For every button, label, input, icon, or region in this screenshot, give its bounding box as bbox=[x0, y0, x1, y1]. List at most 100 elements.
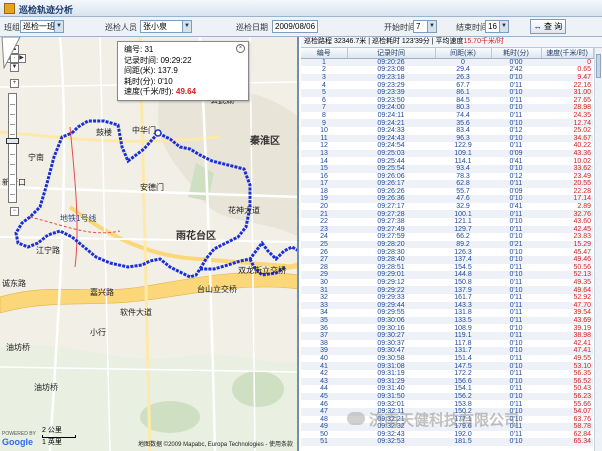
chevron-down-icon[interactable]: ▼ bbox=[54, 21, 63, 32]
table-cell: 09:24:11 bbox=[377, 111, 405, 119]
table-row[interactable]: 22 09:27:38 121.1 0'10 43.60 bbox=[301, 218, 593, 226]
table-row[interactable]: 11 09:24:43 96.3 0'10 34.67 bbox=[301, 134, 593, 143]
table-row[interactable]: 7 09:24:00 80.3 0'10 28.98 bbox=[301, 104, 593, 112]
table-row[interactable]: 41 09:31:08 147.5 0'10 53.10 bbox=[301, 362, 593, 370]
table-cell: 30 bbox=[320, 279, 328, 287]
inspector-select[interactable]: 张小泉 ▼ bbox=[140, 20, 192, 33]
table-cell: 9 bbox=[301, 119, 347, 127]
table-row[interactable]: 40 09:30:58 151.4 0'11 49.55 bbox=[301, 355, 593, 363]
table-row[interactable]: 5 09:23:39 86.1 0'10 31.00 bbox=[301, 88, 593, 97]
table-row[interactable]: 28 09:28:51 154.5 0'11 50.56 bbox=[301, 264, 593, 272]
table-row[interactable]: 23 09:27:49 129.7 0'11 42.45 bbox=[301, 225, 593, 234]
col-header-distance[interactable]: 间距(米) bbox=[435, 48, 492, 59]
chevron-down-icon[interactable]: ▼ bbox=[182, 21, 191, 32]
table-row[interactable]: 27 09:28:40 137.4 0'10 49.46 bbox=[301, 256, 593, 264]
table-row[interactable]: 29 09:29:01 144.8 0'10 52.13 bbox=[301, 271, 593, 279]
table-row[interactable]: 46 09:32:01 153.8 0'11 55.66 bbox=[301, 400, 593, 408]
map-view[interactable]: 秦淮区 雨花台区 油坊桥 油坊桥 新街口 鼓楼 中华门 地铁1号线 诚东路 双龙… bbox=[0, 37, 299, 451]
zoom-slider[interactable] bbox=[6, 93, 19, 203]
table-row[interactable]: 37 09:30:27 119.1 0'11 38.98 bbox=[301, 331, 593, 340]
table-row[interactable]: 21 09:27:28 100.1 0'11 32.76 bbox=[301, 210, 593, 219]
table-row[interactable]: 39 09:30:47 131.7 0'10 47.41 bbox=[301, 347, 593, 355]
zoom-slider-handle[interactable] bbox=[6, 138, 19, 144]
table-row[interactable]: 6 09:23:50 84.5 0'11 27.65 bbox=[301, 97, 593, 105]
table-cell: 0'10 bbox=[491, 362, 541, 370]
table-row[interactable]: 18 09:26:26 55.7 0'09 22.28 bbox=[301, 188, 593, 196]
table-cell: 62.84 bbox=[573, 430, 591, 438]
table-row[interactable]: 10 09:24:33 83.4 0'12 25.02 bbox=[301, 127, 593, 135]
table-row[interactable]: 17 09:26:17 62.8 0'11 20.55 bbox=[301, 180, 593, 188]
map-label: 地铁1号线 bbox=[60, 214, 97, 223]
table-row[interactable]: 4 09:23:29 67.7 0'11 22.16 bbox=[301, 81, 593, 89]
table-cell: 09:23:39 bbox=[347, 88, 435, 97]
group-select[interactable]: 巡检一班 ▼ bbox=[20, 20, 64, 33]
table-row[interactable]: 38 09:30:37 117.8 0'10 42.41 bbox=[301, 340, 593, 348]
table-row[interactable]: 13 09:25:03 109.1 0'09 43.36 bbox=[301, 149, 593, 158]
table-row[interactable]: 34 09:29:55 131.8 0'11 39.54 bbox=[301, 309, 593, 317]
table-cell: 32.76 bbox=[541, 210, 593, 219]
table-cell: 1 bbox=[301, 58, 347, 67]
table-cell: 47.6 bbox=[435, 195, 491, 203]
table-row[interactable]: 33 09:29:44 143.3 0'11 47.70 bbox=[301, 301, 593, 310]
table-row[interactable]: 50 09:32:43 192.0 0'11 62.84 bbox=[301, 431, 593, 439]
query-button[interactable]: ↔ 查 询 bbox=[530, 19, 566, 34]
start-time-select[interactable]: 7 ▼ bbox=[413, 20, 437, 33]
table-row[interactable]: 42 09:31:19 172.2 0'11 56.35 bbox=[301, 370, 593, 378]
chevron-down-icon[interactable]: ▼ bbox=[427, 21, 436, 32]
table-row[interactable]: 45 09:31:50 156.2 0'10 56.23 bbox=[301, 392, 593, 401]
table-row[interactable]: 19 09:26:36 47.6 0'10 17.14 bbox=[301, 195, 593, 203]
table-cell: 09:25:03 bbox=[347, 149, 435, 158]
table-row[interactable]: 16 09:26:06 78.3 0'12 23.49 bbox=[301, 173, 593, 181]
table-row[interactable]: 1 09:20:26 0 0'00 0 bbox=[301, 58, 593, 67]
chevron-down-icon[interactable]: ▼ bbox=[499, 21, 508, 32]
zoom-in-icon[interactable]: + bbox=[10, 79, 19, 88]
table-row[interactable]: 51 09:32:53 181.5 0'10 65.34 bbox=[301, 438, 593, 446]
table-row[interactable]: 32 09:29:33 161.7 0'11 52.92 bbox=[301, 294, 593, 302]
table-row[interactable]: 8 09:24:11 74.4 0'11 24.35 bbox=[301, 112, 593, 120]
table-cell: 6 bbox=[322, 96, 326, 104]
table-scrollbar[interactable] bbox=[594, 48, 602, 451]
table-row[interactable]: 35 09:30:06 133.5 0'11 43.69 bbox=[301, 316, 593, 325]
end-time-select[interactable]: 16 ▼ bbox=[485, 20, 509, 33]
col-header-id[interactable]: 编号 bbox=[301, 48, 348, 59]
table-row[interactable]: 26 09:28:30 126.3 0'10 45.47 bbox=[301, 248, 593, 256]
date-input[interactable]: 2009/08/06 bbox=[272, 20, 318, 33]
table-row[interactable]: 44 09:31:40 154.1 0'11 50.43 bbox=[301, 385, 593, 393]
table-cell: 09:28:40 bbox=[347, 256, 435, 264]
table-row[interactable]: 24 09:27:59 66.2 0'10 23.83 bbox=[301, 233, 593, 241]
wechat-icon bbox=[347, 412, 365, 425]
table-cell: 09:29:22 bbox=[347, 286, 435, 295]
table-cell: 09:26:17 bbox=[347, 180, 435, 188]
close-icon[interactable]: × bbox=[236, 44, 245, 53]
table-row[interactable]: 12 09:24:54 122.9 0'11 40.22 bbox=[301, 142, 593, 150]
table-row[interactable]: 14 09:25:44 114.1 0'41 10.02 bbox=[301, 157, 593, 165]
table-row[interactable]: 15 09:25:54 93.4 0'10 33.62 bbox=[301, 164, 593, 173]
table-cell: 24.35 bbox=[573, 111, 591, 119]
table-cell: 0'12 bbox=[509, 127, 523, 135]
col-header-speed[interactable]: 速度(千米/时) bbox=[541, 48, 594, 59]
table-cell: 19 bbox=[301, 195, 347, 203]
col-header-time[interactable]: 记录时间 bbox=[347, 48, 436, 59]
table-row[interactable]: 9 09:24:21 35.6 0'10 12.74 bbox=[301, 119, 593, 127]
google-logo: POWERED BY Google bbox=[2, 431, 36, 447]
table-cell: 74.4 bbox=[456, 111, 470, 119]
table-cell: 63.76 bbox=[573, 415, 591, 423]
table-row[interactable]: 2 09:23:08 29.4 2'42 0.65 bbox=[301, 66, 593, 74]
table-row[interactable]: 43 09:31:29 156.6 0'10 56.52 bbox=[301, 377, 593, 386]
table-row[interactable]: 30 09:29:12 150.8 0'11 49.35 bbox=[301, 279, 593, 287]
table-row[interactable]: 20 09:27:17 32.9 0'41 2.89 bbox=[301, 203, 593, 211]
table-cell: 144.8 bbox=[435, 271, 491, 279]
zoom-out-icon[interactable]: − bbox=[10, 207, 19, 216]
map-label: 雨花台区 bbox=[176, 231, 216, 242]
table-cell: 37 bbox=[301, 331, 347, 340]
table-cell: 0'21 bbox=[491, 240, 541, 249]
table-cell: 0'10 bbox=[491, 256, 541, 264]
col-header-duration[interactable]: 耗时(分) bbox=[491, 48, 542, 59]
table-row[interactable]: 25 09:28:20 89.2 0'21 15.29 bbox=[301, 240, 593, 249]
table-cell: 45.47 bbox=[573, 248, 591, 256]
table-row[interactable]: 3 09:23:18 26.3 0'10 9.47 bbox=[301, 73, 593, 82]
table-cell: 150.8 bbox=[454, 279, 472, 287]
table-row[interactable]: 31 09:29:22 137.9 0'10 49.64 bbox=[301, 286, 593, 295]
table-row[interactable]: 36 09:30:16 108.9 0'10 39.19 bbox=[301, 324, 593, 332]
scrollbar-thumb[interactable] bbox=[596, 54, 601, 78]
